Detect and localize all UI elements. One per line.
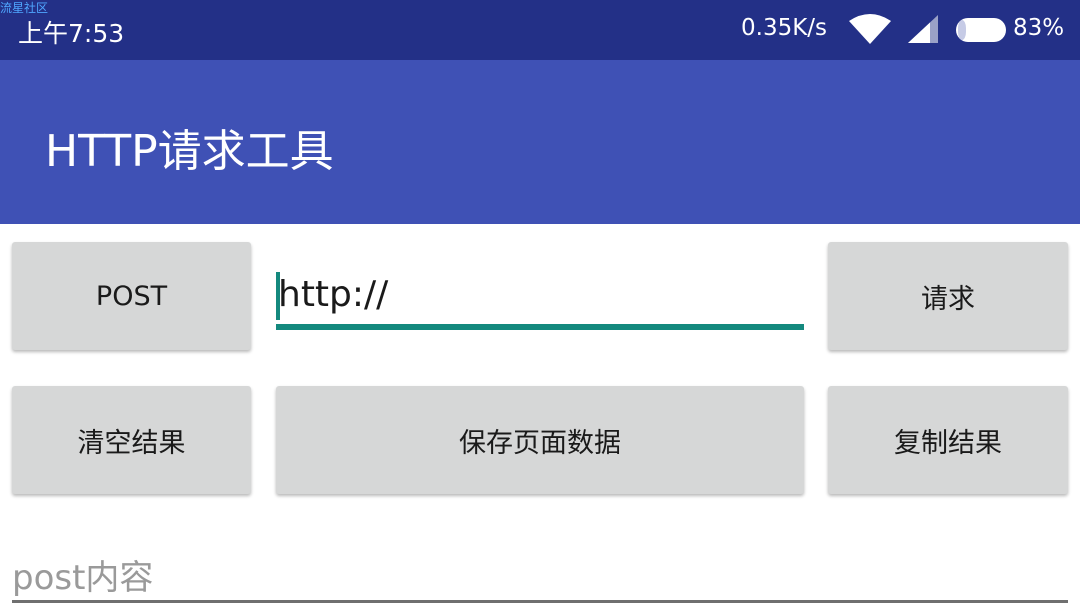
copy-result-button[interactable]: 复制结果 <box>828 386 1068 494</box>
method-button[interactable]: POST <box>12 242 251 350</box>
battery-icon <box>955 17 1007 47</box>
wifi-icon <box>848 13 892 49</box>
app-bar: HTTP请求工具 <box>0 60 1080 224</box>
battery-percent: 83% <box>1013 15 1065 41</box>
status-time: 上午7:53 <box>18 19 125 48</box>
post-content-placeholder[interactable]: post内容 <box>12 550 153 599</box>
clear-result-button[interactable]: 清空结果 <box>12 386 251 494</box>
post-content-underline <box>12 600 1068 603</box>
cellular-signal-icon <box>906 14 940 48</box>
url-input[interactable]: http:// <box>276 262 804 332</box>
text-caret <box>276 272 280 320</box>
save-page-data-button[interactable]: 保存页面数据 <box>276 386 804 494</box>
network-speed: 0.35K/s <box>741 15 828 41</box>
status-bar: 流星社区 上午7:53 0.35K/s 83% <box>0 0 1080 60</box>
url-input-underline <box>276 324 804 330</box>
app-title: HTTP请求工具 <box>45 126 334 177</box>
post-content-input[interactable]: post内容 <box>12 548 1068 607</box>
request-button[interactable]: 请求 <box>828 242 1068 350</box>
url-input-value[interactable]: http:// <box>278 274 388 315</box>
